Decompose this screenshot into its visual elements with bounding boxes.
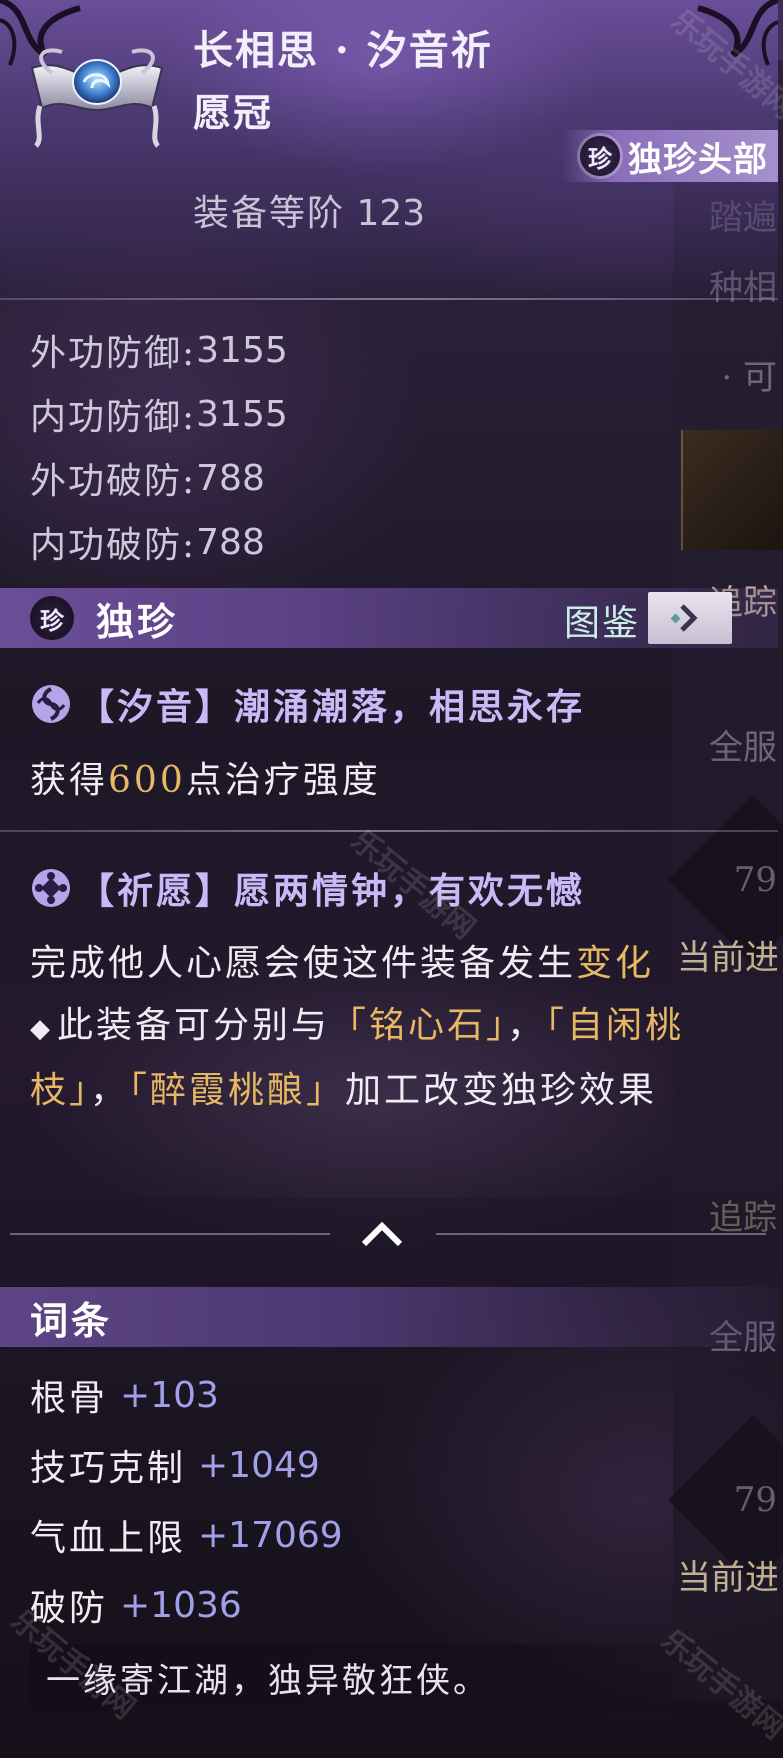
divider (0, 830, 778, 832)
stats-list: 根骨 +103 技巧克制 +1049 气血上限 +17069 破防 +1036 (30, 1360, 343, 1640)
material-zuixia-taoniang: 「醉霞桃酿」 (129, 1070, 346, 1111)
effect-xiyin-header: 【汐音】潮涌潮落，相思永存 (30, 678, 585, 730)
effect-text: 点治疗强度 (185, 760, 381, 801)
headpiece-crown-icon (30, 48, 164, 148)
effect-text: 完成他人心愿会使这件装备发生 (30, 943, 577, 984)
attribute-name: 内功防御: (30, 397, 197, 438)
attribute-name: 内功破防: (30, 525, 197, 566)
divider (0, 298, 778, 300)
effect-line: ◆ 此装备可分别与「铭心石」，「自闲桃枝」，「醉霞桃酿」加工改变独珍效果 (30, 995, 750, 1122)
effect-qiyuan-header: 【祈愿】愿两情钟，有欢无憾 (30, 862, 585, 914)
codex-link[interactable]: 图鉴 (564, 594, 640, 646)
effect-highlight: 变化 (576, 943, 655, 984)
separator: ， (507, 1005, 547, 1046)
stat-row: 气血上限 +17069 (30, 1500, 343, 1570)
flavor-text: 一缘寄江湖，独异敬狂侠。 (30, 1644, 746, 1710)
attribute-name: 外功防御: (30, 333, 197, 374)
chevron-up-icon[interactable] (356, 1208, 408, 1260)
stat-name: 气血上限 (30, 1518, 187, 1559)
stats-section-header: 词条 (0, 1287, 778, 1347)
attribute-value: 788 (196, 521, 265, 563)
effect-text: 获得 (30, 760, 109, 801)
divider (436, 1233, 766, 1235)
effect-text: 加工改变独珍效果 (345, 1070, 658, 1111)
rarity-tag: 珍 独珍头部 (562, 130, 778, 182)
stat-name: 破防 (30, 1588, 109, 1629)
stat-value: +1036 (120, 1584, 242, 1626)
rarity-badge: 珍 (580, 136, 620, 176)
attribute-value: 3155 (196, 393, 288, 435)
material-mingxinshi: 「铭心石」 (330, 1005, 508, 1046)
effect-qiyuan-title: 【祈愿】愿两情钟，有欢无憾 (78, 870, 586, 912)
corner-ornament-right (697, 0, 778, 66)
equipment-level: 装备等阶 123 (193, 184, 425, 236)
attribute-row: 外功防御: 3155 (30, 318, 288, 382)
separator: ， (90, 1070, 130, 1111)
stat-value: +17069 (198, 1514, 343, 1556)
diamond-bullet-icon: ◆ (30, 1014, 53, 1044)
unique-section-title: 独珍 (96, 598, 179, 644)
item-type: 愿冠 (193, 90, 274, 135)
equipment-level-label: 装备等阶 (193, 193, 346, 234)
stat-row: 根骨 +103 (30, 1360, 343, 1430)
stat-value: +1049 (198, 1444, 320, 1486)
codex-button[interactable] (648, 592, 732, 644)
effect-text: 此装备可分别与 (57, 1005, 331, 1046)
collapse-row (0, 1198, 778, 1270)
attribute-name: 外功破防: (30, 461, 197, 502)
divider (10, 1233, 330, 1235)
unique-badge: 珍 (30, 596, 74, 640)
flower-diamond-icon (32, 869, 70, 907)
stat-name: 根骨 (30, 1378, 109, 1419)
effect-xiyin-desc: 获得600点治疗强度 (30, 750, 750, 812)
attribute-row: 内功破防: 788 (30, 510, 288, 574)
attribute-value: 788 (196, 457, 265, 499)
item-name: 长相思 · 汐音祈 (193, 27, 493, 74)
attribute-value: 3155 (196, 329, 288, 371)
effect-xiyin-title: 【汐音】潮涌潮落，相思永存 (78, 686, 586, 728)
effect-highlight-value: 600 (108, 760, 186, 801)
effect-line: 完成他人心愿会使这件装备发生变化 (30, 933, 750, 995)
base-attributes: 外功防御: 3155 内功防御: 3155 外功破防: 788 内功破防: 78… (30, 318, 288, 574)
stat-name: 技巧克制 (30, 1448, 187, 1489)
stat-row: 技巧克制 +1049 (30, 1430, 343, 1500)
attribute-row: 内功防御: 3155 (30, 382, 288, 446)
item-tooltip-panel: 长相思 · 汐音祈 愿冠 珍 独珍头部 装备等阶 123 外功防御: 3155 … (0, 0, 778, 1758)
chevron-right-icon (670, 604, 698, 632)
stats-section-title: 词条 (30, 1297, 113, 1343)
rarity-label: 独珍头部 (628, 139, 768, 180)
equipment-level-value: 123 (356, 193, 426, 234)
stat-row: 破防 +1036 (30, 1570, 343, 1640)
stat-value: +103 (120, 1374, 219, 1416)
unique-section-header: 珍 独珍 图鉴 (0, 588, 778, 648)
wave-swirl-icon (32, 685, 70, 723)
effect-qiyuan-desc: 完成他人心愿会使这件装备发生变化 ◆ 此装备可分别与「铭心石」，「自闲桃枝」，「醉… (30, 933, 750, 1122)
attribute-row: 外功破防: 788 (30, 446, 288, 510)
